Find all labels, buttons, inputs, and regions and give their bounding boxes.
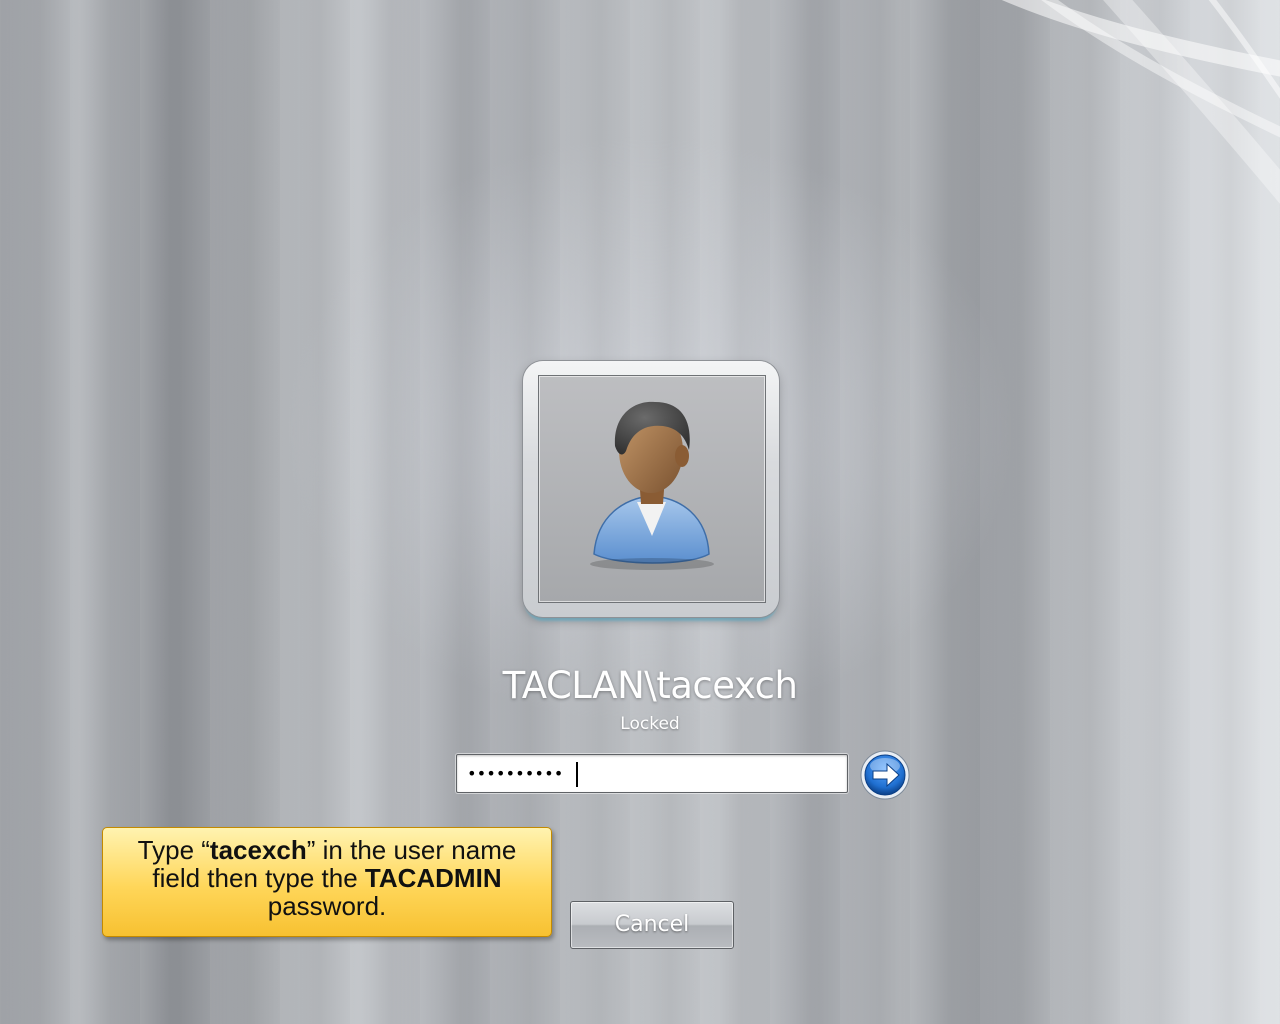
user-tile-picture bbox=[538, 375, 766, 603]
account-status: Locked bbox=[620, 714, 680, 734]
password-field[interactable] bbox=[456, 754, 848, 793]
background-swoosh bbox=[1001, 0, 1280, 204]
callout-username: tacexch bbox=[209, 835, 307, 865]
callout-admin-account: TACADMIN bbox=[364, 863, 502, 893]
submit-arrow-button[interactable] bbox=[859, 749, 911, 801]
instruction-callout: Type “tacexch” in the user name field th… bbox=[102, 827, 552, 937]
callout-line-2: field then type the TACADMIN bbox=[103, 864, 551, 892]
callout-line-1: Type “tacexch” in the user name bbox=[103, 836, 551, 864]
callout-text: ” in the user name bbox=[306, 835, 517, 865]
cancel-button[interactable]: Cancel bbox=[570, 901, 734, 949]
callout-text: Type “ bbox=[137, 835, 210, 865]
user-tile bbox=[523, 361, 779, 617]
arrow-right-circle-icon bbox=[860, 750, 910, 800]
account-name: TACLAN\tacexch bbox=[502, 664, 798, 707]
user-avatar-icon bbox=[590, 401, 714, 570]
text-caret bbox=[576, 762, 578, 787]
callout-line-3: password. bbox=[267, 891, 387, 921]
callout-text: field then type the bbox=[152, 863, 365, 893]
